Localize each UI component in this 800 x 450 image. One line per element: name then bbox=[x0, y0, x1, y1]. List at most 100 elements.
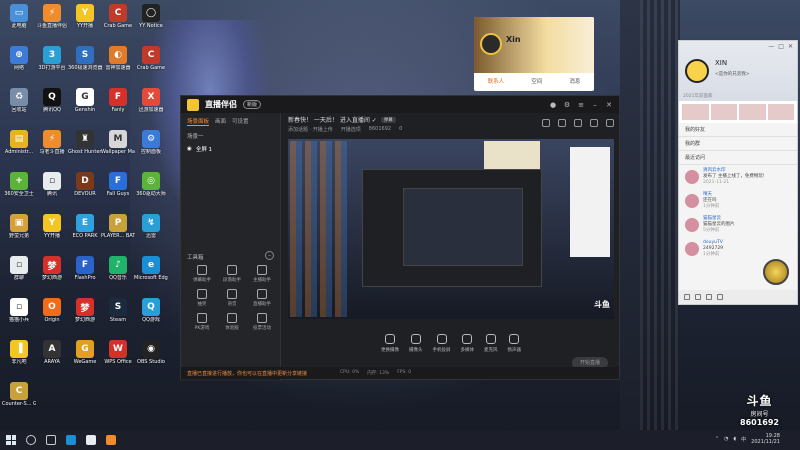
volume-icon[interactable]: ◖ bbox=[734, 436, 737, 442]
desktop-icon[interactable]: 梦梦幻西游 bbox=[35, 254, 69, 294]
desktop-icon[interactable]: ◉ OBS Studio bbox=[134, 338, 168, 378]
control-button[interactable]: 多媒体 bbox=[461, 333, 474, 353]
topic-link[interactable]: 添加话题 · 开播上传 bbox=[288, 126, 333, 133]
task-view-icon[interactable] bbox=[46, 435, 56, 445]
tool-item[interactable]: 抽奖 bbox=[187, 289, 217, 307]
control-button[interactable]: 更换摄像 bbox=[381, 333, 399, 353]
list-item[interactable]: 猫猫星云 猫猫星云的图片 5分钟前 bbox=[679, 213, 797, 237]
search-icon[interactable] bbox=[26, 435, 36, 445]
tool-item[interactable]: 弹幕助手 bbox=[187, 265, 217, 283]
phone-icon[interactable] bbox=[695, 294, 701, 300]
record-icon[interactable] bbox=[574, 119, 582, 127]
version-badge[interactable]: 新版 bbox=[243, 100, 262, 109]
control-button[interactable]: 麦克风 bbox=[484, 333, 498, 353]
qq-photo-strip[interactable] bbox=[679, 101, 797, 123]
desktop-icon[interactable]: X 迅游加速器 bbox=[134, 86, 168, 126]
douyu-taskbar-icon[interactable] bbox=[106, 435, 116, 445]
scene-item[interactable]: ◉ 全屏 1 bbox=[181, 142, 280, 156]
list-item[interactable]: douyuTV 2492729 1分钟前 bbox=[679, 237, 797, 261]
desktop-icon[interactable]: +360安全卫士 bbox=[2, 170, 36, 210]
desktop-icon[interactable]: 3 3D打游平台 bbox=[35, 44, 69, 84]
desktop-icon[interactable]: F Fall Guys bbox=[101, 170, 135, 210]
tray-arrow-icon[interactable]: ⌃ bbox=[715, 436, 719, 442]
mail-icon[interactable] bbox=[706, 294, 712, 300]
desktop-icon[interactable]: ▤ Administr... bbox=[2, 128, 36, 168]
qq-maximize-icon[interactable]: □ bbox=[778, 43, 784, 50]
desktop-icon[interactable]: W WPS Office bbox=[101, 338, 135, 378]
desktop-icon[interactable]: ◎ 360驱动大师 bbox=[134, 170, 168, 210]
desktop-icon[interactable]: S Steam bbox=[101, 296, 135, 336]
desktop-icon[interactable]: F FlashPro bbox=[68, 254, 102, 294]
qq-section-groups[interactable]: 我的群 bbox=[679, 137, 797, 151]
badge-icon[interactable] bbox=[763, 259, 789, 285]
tool-item[interactable]: PK游戏 bbox=[187, 313, 217, 331]
windows-start-icon[interactable] bbox=[6, 435, 16, 445]
qq-taskbar-icon[interactable] bbox=[86, 435, 96, 445]
tool-item[interactable]: 段落助手 bbox=[217, 265, 247, 283]
desktop-icon[interactable]: ▐ 非凡吧 bbox=[2, 338, 36, 378]
desktop-icon[interactable]: ◐ 雷神加速器 bbox=[101, 44, 135, 84]
tool-item[interactable]: 主播助手 bbox=[247, 265, 277, 283]
eye-icon[interactable]: ◉ bbox=[187, 146, 192, 152]
desktop-icon[interactable]: Q QQ游戏 bbox=[134, 296, 168, 336]
desktop-icon[interactable]: PPLAYER... BATTLEGR... bbox=[101, 212, 135, 252]
qq-minimize-icon[interactable]: — bbox=[768, 43, 774, 50]
desktop-icon[interactable]: e Microsoft Edge bbox=[134, 254, 168, 294]
qq-section-friends[interactable]: 我的好友 bbox=[679, 123, 797, 137]
desktop-icon[interactable]: ♜ Ghost Hunters bbox=[68, 128, 102, 168]
desktop-icon[interactable]: A ARAYA bbox=[35, 338, 69, 378]
tool-item[interactable]: 语音 bbox=[217, 289, 247, 307]
list-item[interactable]: 晴天 还在吗 1分钟前 bbox=[679, 189, 797, 213]
clock[interactable]: 19:28 2021/11/21 bbox=[751, 433, 780, 445]
avatar-icon[interactable]: ● bbox=[549, 101, 557, 109]
scene-header[interactable]: 场景一 bbox=[181, 130, 280, 142]
minimize-icon[interactable]: – bbox=[591, 101, 599, 109]
list-item[interactable]: 清风云水印 发布了 主播上线了，免费畅玩! 2021-11-21 bbox=[679, 165, 797, 189]
collapse-icon[interactable]: – bbox=[265, 251, 274, 260]
qq-avatar[interactable] bbox=[685, 59, 709, 83]
desktop-icon[interactable]: Y YY开播 bbox=[68, 2, 102, 42]
desktop-icon[interactable]: ♻ 回收站 bbox=[2, 86, 36, 126]
tab-space[interactable]: 空间 bbox=[531, 77, 542, 85]
share-icon[interactable] bbox=[590, 119, 598, 127]
desktop-icon[interactable]: C Crab Game bbox=[101, 2, 135, 42]
stream-preview[interactable]: 斗鱼 bbox=[288, 139, 614, 319]
control-button[interactable]: 手机投屏 bbox=[433, 333, 451, 353]
avatar[interactable] bbox=[480, 33, 502, 55]
screenshot-icon[interactable] bbox=[542, 119, 550, 127]
desktop-icon[interactable]: ▫ 群聊 bbox=[2, 254, 36, 294]
desktop-icon[interactable]: ⚡ 斗鱼直播伴侣 bbox=[35, 2, 69, 42]
desktop-icon[interactable]: Q 腾讯QQ bbox=[35, 86, 69, 126]
tab-messages[interactable]: 消息 bbox=[569, 77, 580, 85]
desktop-icon[interactable]: E ECO PARK bbox=[68, 212, 102, 252]
desktop-icon[interactable]: 梦梦幻西游 bbox=[68, 296, 102, 336]
desktop-icon[interactable]: CCounter-S... Global Off... bbox=[2, 380, 36, 420]
desktop-icon[interactable]: ↯ 迅雷 bbox=[134, 212, 168, 252]
folder-icon[interactable] bbox=[717, 294, 723, 300]
tool-item[interactable]: 直播助手 bbox=[247, 289, 277, 307]
desktop-icon[interactable]: ▭ 此电脑 bbox=[2, 2, 36, 42]
desktop-icon[interactable]: G Genshin bbox=[68, 86, 102, 126]
network-icon[interactable]: ◔ bbox=[724, 436, 728, 442]
tool-item[interactable]: 体验服 bbox=[217, 313, 247, 331]
tab-contacts[interactable]: 联系人 bbox=[488, 77, 505, 85]
edge-icon[interactable] bbox=[66, 435, 76, 445]
desktop-icon[interactable]: ⚡ 马老斗直播 bbox=[35, 128, 69, 168]
room-chip[interactable]: 弹幕 bbox=[380, 116, 396, 123]
tab-picture[interactable]: 画面 bbox=[215, 117, 226, 126]
qq-signature[interactable]: <是你的兄弟我> bbox=[715, 71, 750, 77]
control-button[interactable]: 摄像头 bbox=[409, 333, 423, 353]
close-icon[interactable]: ✕ bbox=[605, 101, 613, 109]
desktop-icon[interactable]: O Origin bbox=[35, 296, 69, 336]
options-link[interactable]: 开播选项 bbox=[341, 126, 361, 133]
desktop-icon[interactable]: D DEVOUR bbox=[68, 170, 102, 210]
desktop-icon[interactable]: C Crab Game bbox=[134, 44, 168, 84]
desktop-icon[interactable]: ▣ 野蛮兄弟 bbox=[2, 212, 36, 252]
desktop-icon[interactable]: ♪ QQ音乐 bbox=[101, 254, 135, 294]
tool-item[interactable]: 投票活动 bbox=[247, 313, 277, 331]
tab-settings[interactable]: 可设置 bbox=[232, 117, 249, 126]
desktop-icon[interactable]: ▫ 腾讯 bbox=[35, 170, 69, 210]
control-button[interactable]: 扬声器 bbox=[508, 333, 521, 353]
desktop-icon[interactable]: ⚙ 控制面板 bbox=[134, 128, 168, 168]
desktop-icon[interactable]: F Fanly bbox=[101, 86, 135, 126]
